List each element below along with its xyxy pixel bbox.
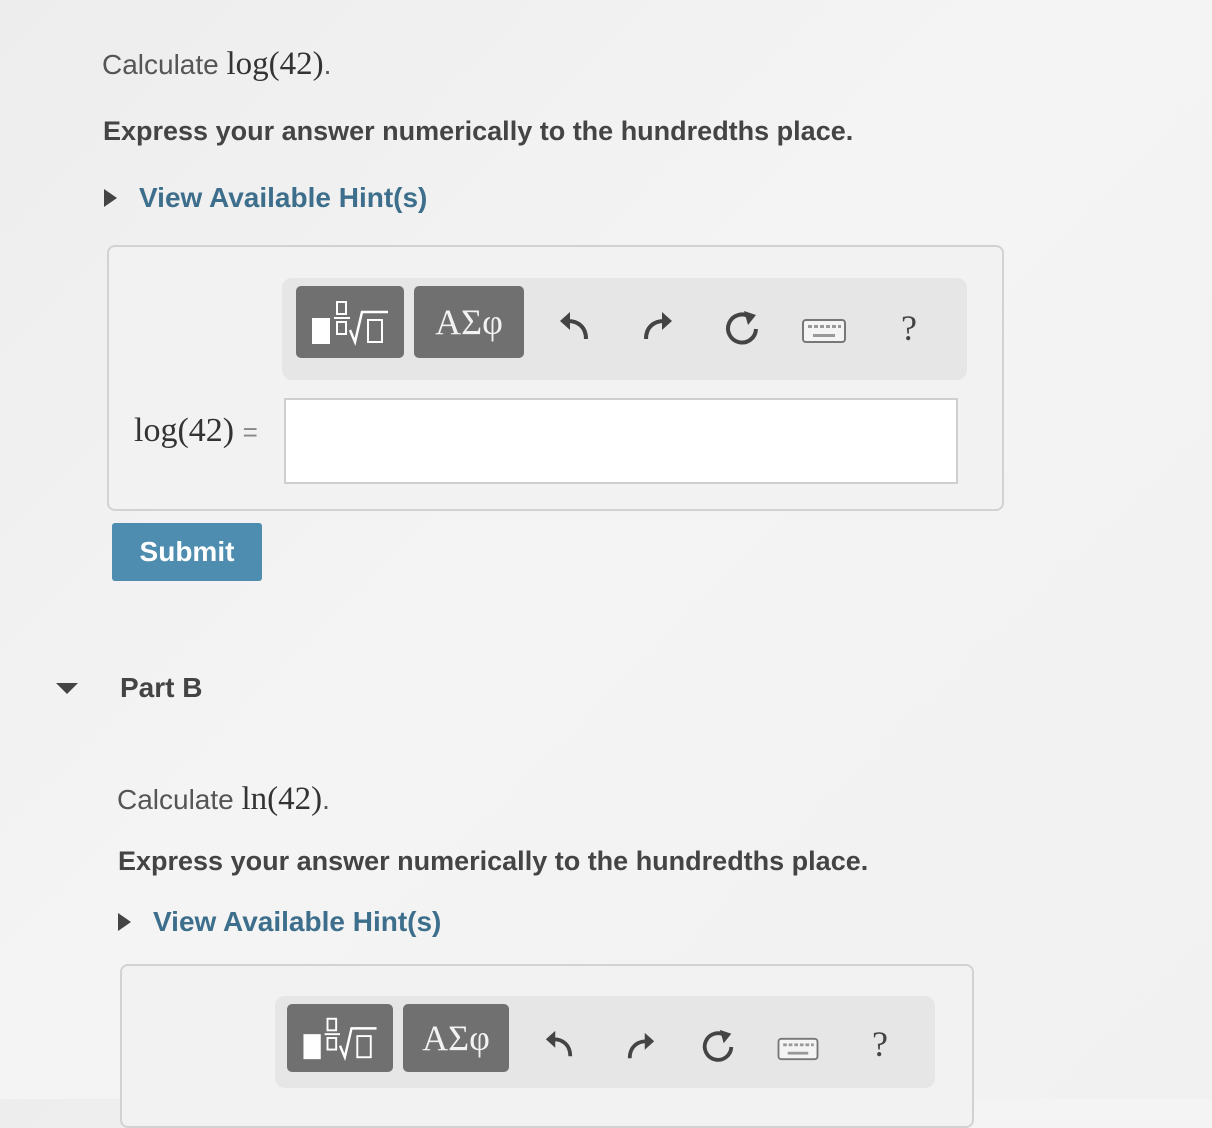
greek-letters-button[interactable]: ΑΣφ [414,286,524,358]
reset-icon [726,311,758,345]
templates-button[interactable] [287,1004,393,1072]
help-icon: ? [901,308,917,348]
redo-button[interactable] [638,306,678,346]
equation-label-a: log(42) = [134,412,258,450]
greek-letters-button[interactable]: ΑΣφ [403,1004,509,1072]
reset-button[interactable] [721,308,763,350]
math-toolbar-a: ΑΣφ ? [282,278,967,380]
keyboard-icon [802,319,846,343]
undo-icon [560,312,588,340]
question-prefix: Calculate [117,784,234,815]
undo-icon [545,1030,573,1057]
equals-sign: = [242,417,258,447]
keyboard-icon [777,1037,819,1061]
collapse-arrow-icon [56,682,78,694]
view-hints-link-a[interactable]: View Available Hint(s) [104,182,427,214]
equation-expression: log(42) [134,412,235,449]
redo-button[interactable] [621,1026,661,1066]
instruction-text-b: Express your answer numerically to the h… [118,846,869,876]
templates-icon [312,301,388,347]
hint-link-label: View Available Hint(s) [139,182,428,213]
reset-icon [702,1029,734,1062]
instruction-text-a: Express your answer numerically to the h… [103,116,854,146]
part-b-header[interactable]: Part B [56,672,202,704]
expand-arrow-icon [118,913,131,931]
help-icon: ? [872,1024,888,1064]
expand-arrow-icon [104,189,117,207]
question-prefix: Calculate [102,49,219,80]
reset-button[interactable] [697,1026,739,1068]
hint-link-label: View Available Hint(s) [153,906,442,937]
help-button[interactable]: ? [863,1022,897,1066]
redo-icon [644,312,672,340]
greek-letters-icon: ΑΣφ [422,1018,490,1058]
keyboard-button[interactable] [800,316,848,346]
question-suffix: . [323,49,332,80]
greek-letters-icon: ΑΣφ [435,302,503,342]
help-button[interactable]: ? [892,306,926,350]
redo-icon [627,1032,655,1059]
answer-input-a[interactable] [284,398,958,484]
submit-button[interactable]: Submit [112,523,262,581]
question-text-a: Calculate log(42). [102,46,331,83]
question-text-b: Calculate ln(42). [117,781,330,818]
question-expression: log(42) [226,46,324,82]
undo-button[interactable] [554,306,594,346]
undo-button[interactable] [539,1024,579,1064]
question-suffix: . [322,784,330,815]
part-b-title: Part B [120,672,203,703]
view-hints-link-b[interactable]: View Available Hint(s) [118,906,441,938]
math-toolbar-b: ΑΣφ ? [275,996,935,1088]
question-expression: ln(42) [241,781,323,817]
keyboard-button[interactable] [775,1034,821,1064]
templates-button[interactable] [296,286,404,358]
templates-icon [303,1017,377,1062]
